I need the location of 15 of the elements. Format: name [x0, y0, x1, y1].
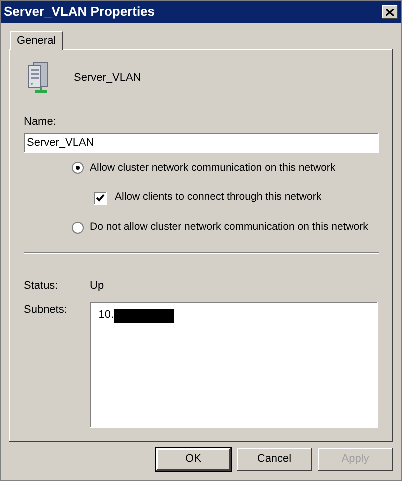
- dialog-button[interactable]: OK: [156, 448, 231, 471]
- network-name: Server_VLAN: [74, 70, 142, 86]
- name-label: Name:: [24, 115, 58, 130]
- name-field[interactable]: Server_VLAN: [24, 132, 379, 152]
- window-title: Server_VLAN Properties: [4, 3, 156, 22]
- tab[interactable]: General: [10, 31, 64, 50]
- subnet-item: 10.: [98, 308, 114, 324]
- subnets-list[interactable]: 10.: [90, 302, 378, 428]
- status-value: Up: [90, 278, 104, 294]
- subnets-label: Subnets:: [24, 303, 68, 318]
- radio-label: Do not allow cluster network communication on this network: [90, 220, 368, 235]
- dialog-button[interactable]: Cancel: [237, 448, 312, 471]
- checkbox-label: Allow clients to connect through this network: [115, 190, 322, 206]
- status-label: Status:: [24, 278, 60, 294]
- radio-label: Allow cluster network communication on this network: [90, 160, 336, 176]
